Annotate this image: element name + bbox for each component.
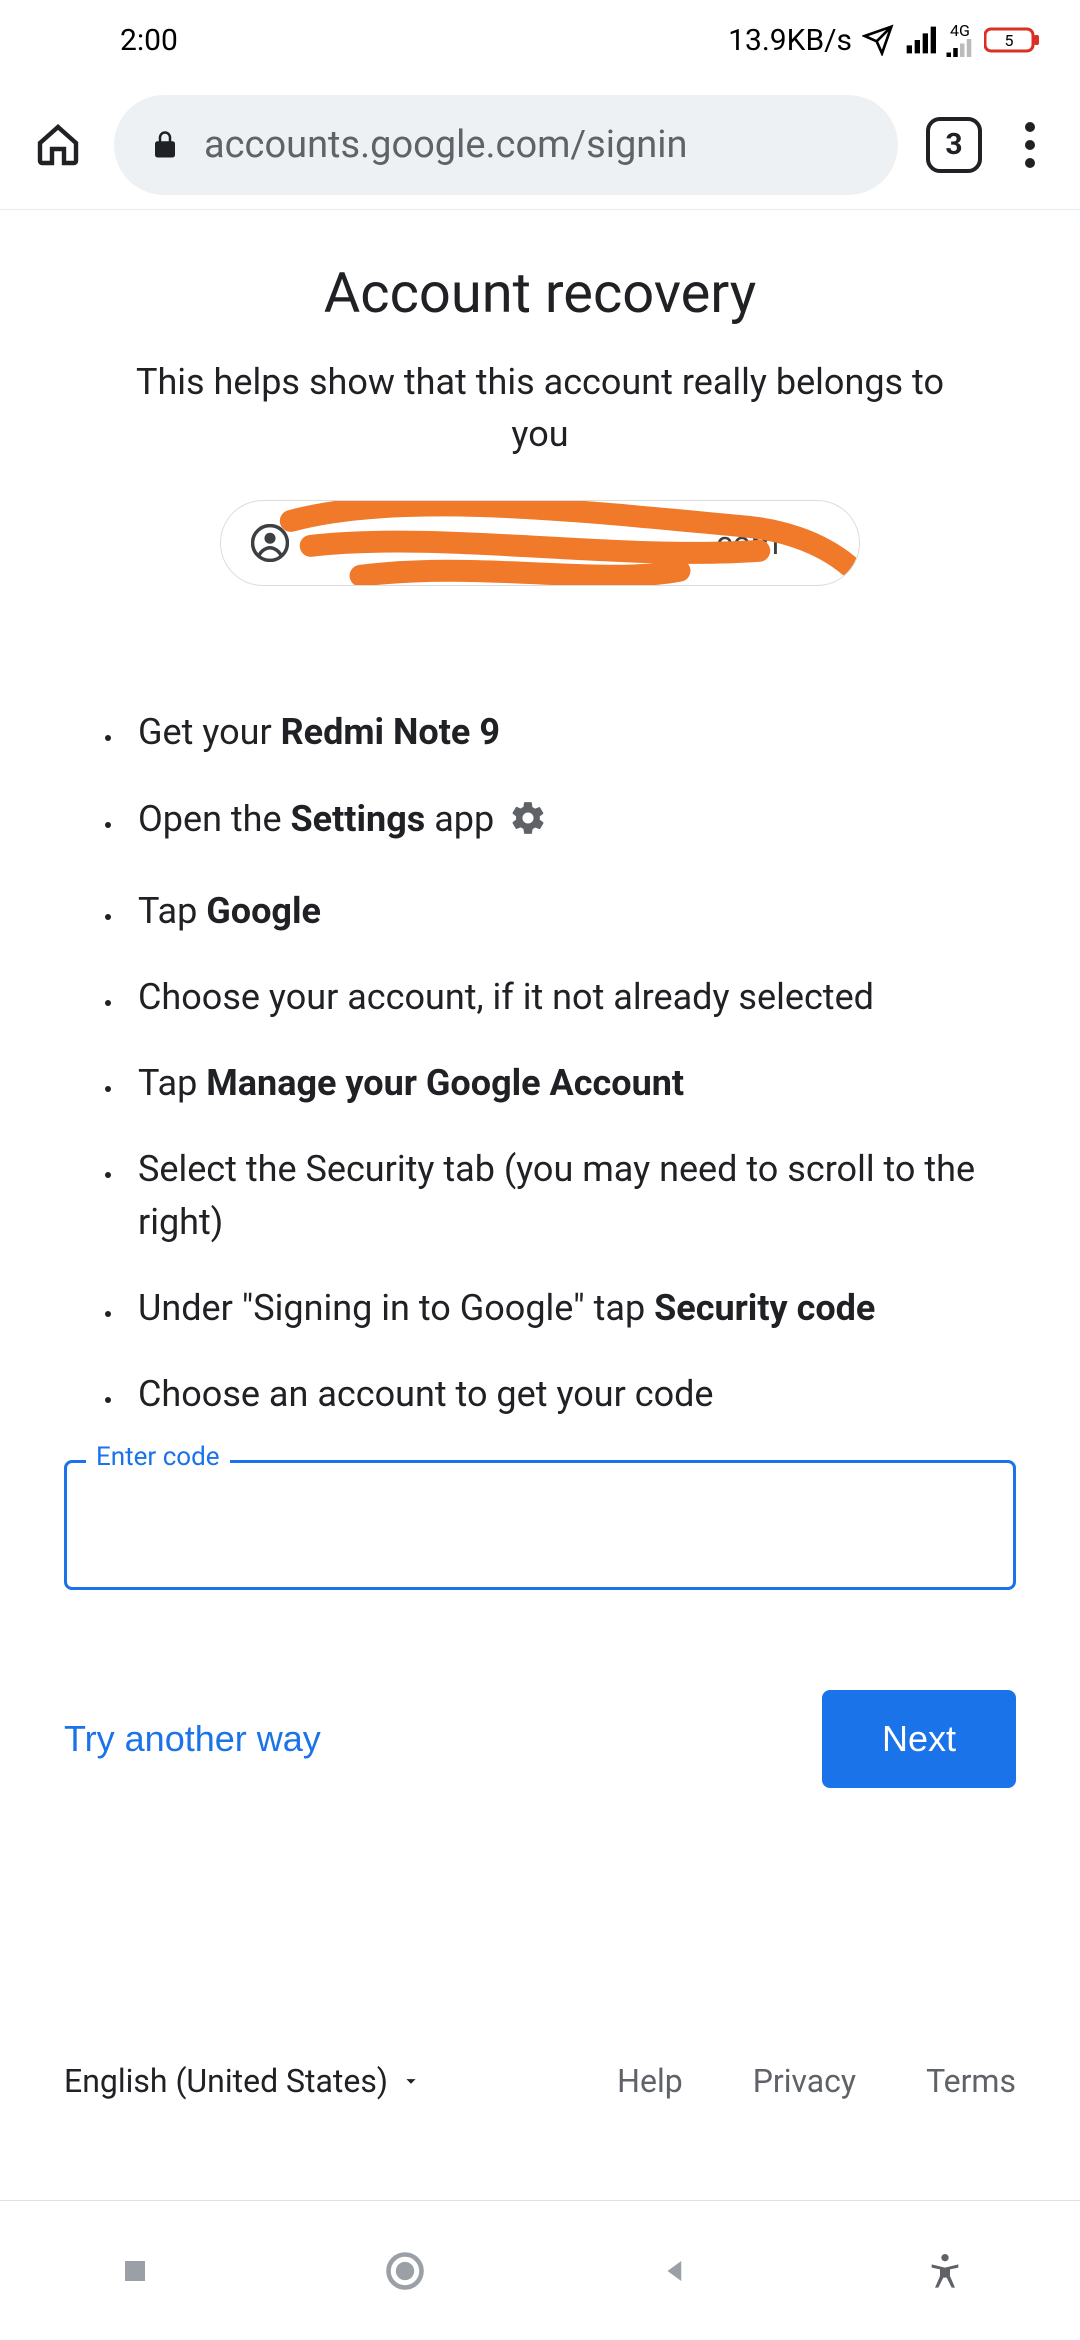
net-speed: 13.9KB/s <box>728 23 852 58</box>
signal-icon <box>904 24 936 56</box>
person-icon <box>251 524 289 562</box>
step-item: Open the Settings app <box>124 793 1016 851</box>
more-menu-button[interactable] <box>1010 122 1050 168</box>
email-visible-fragment: .com <box>708 524 780 562</box>
status-bar: 2:00 13.9KB/s 4G 5 <box>0 0 1080 80</box>
tab-count-value: 3 <box>945 127 962 162</box>
status-time: 2:00 <box>120 23 178 58</box>
help-link[interactable]: Help <box>617 2062 683 2100</box>
network-label: 4G <box>950 23 970 39</box>
battery-icon: 5 <box>984 26 1040 54</box>
step-item: Get your Redmi Note 9 <box>124 706 1016 758</box>
chevron-down-icon <box>801 529 829 557</box>
language-selector[interactable]: English (United States) <box>64 2062 422 2100</box>
account-chip[interactable]: .com <box>220 500 860 586</box>
step-item: Tap Google <box>124 885 1016 937</box>
caret-down-icon <box>400 2070 422 2092</box>
home-nav-button[interactable] <box>380 2246 430 2296</box>
privacy-link[interactable]: Privacy <box>753 2062 856 2100</box>
location-arrow-icon <box>862 24 894 56</box>
steps-list: Get your Redmi Note 9 Open the Settings a… <box>64 706 1016 1420</box>
signal-icon-2 <box>946 39 974 57</box>
tab-count-button[interactable]: 3 <box>926 117 982 173</box>
recents-button[interactable] <box>110 2246 160 2296</box>
step-item: Tap Manage your Google Account <box>124 1057 1016 1109</box>
code-input[interactable] <box>64 1460 1016 1590</box>
gear-icon <box>509 799 547 851</box>
status-right: 13.9KB/s 4G 5 <box>728 23 1040 58</box>
back-nav-button[interactable] <box>650 2246 700 2296</box>
language-label: English (United States) <box>64 2062 388 2100</box>
actions-row: Try another way Next <box>64 1690 1016 1788</box>
home-button[interactable] <box>30 117 86 173</box>
step-item: Select the Security tab (you may need to… <box>124 1143 1016 1247</box>
url-text: accounts.google.com/signin <box>204 123 688 167</box>
browser-toolbar: accounts.google.com/signin 3 <box>0 80 1080 210</box>
page-subtitle: This helps show that this account really… <box>120 356 960 460</box>
page-footer: English (United States) Help Privacy Ter… <box>64 2062 1016 2100</box>
step-item: Under "Signing in to Google" tap Securit… <box>124 1282 1016 1334</box>
next-button[interactable]: Next <box>822 1690 1016 1788</box>
terms-link[interactable]: Terms <box>926 2062 1016 2100</box>
code-label: Enter code <box>86 1442 230 1472</box>
footer-links: Help Privacy Terms <box>617 2062 1016 2100</box>
page-content: Account recovery This helps show that th… <box>0 210 1080 1788</box>
lock-icon <box>150 130 180 160</box>
try-another-button[interactable]: Try another way <box>64 1718 321 1760</box>
network-type: 4G <box>946 23 974 57</box>
system-nav-bar <box>0 2200 1080 2340</box>
accessibility-button[interactable] <box>920 2246 970 2296</box>
step-item: Choose your account, if it not already s… <box>124 971 1016 1023</box>
code-field: Enter code <box>64 1460 1016 1590</box>
step-item: Choose an account to get your code <box>124 1368 1016 1420</box>
svg-text:5: 5 <box>1005 31 1014 50</box>
url-bar[interactable]: accounts.google.com/signin <box>114 95 898 195</box>
page-title: Account recovery <box>64 260 1016 326</box>
